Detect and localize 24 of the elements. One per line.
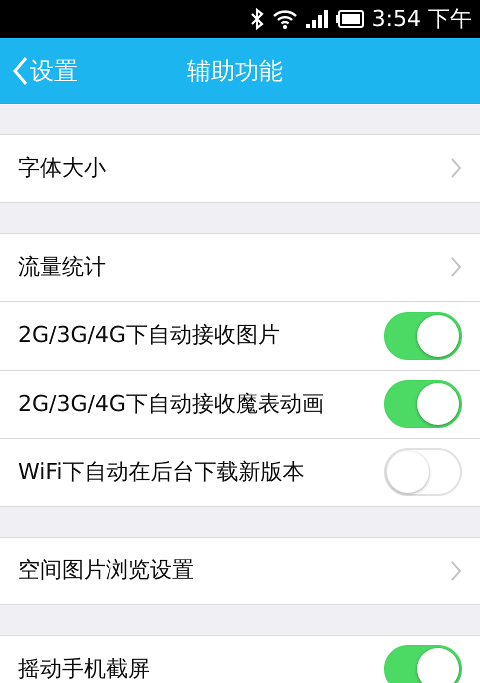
toggle-switch[interactable] (384, 312, 462, 360)
chevron-icon (450, 255, 462, 280)
bluetooth-icon (250, 8, 264, 30)
settings-item[interactable]: 字体大小 (0, 134, 480, 202)
back-icon (12, 56, 28, 86)
setting-label: 摇动手机截屏 (18, 656, 150, 683)
item-label: 流量统计 (18, 254, 106, 282)
setting-label: 2G/3G/4G下自动接收魔表动画 (18, 390, 324, 419)
chevron-icon (450, 156, 462, 180)
page-title: 辅助功能 (187, 56, 283, 87)
setting-label: WiFi下自动在后台下载新版本 (18, 458, 305, 487)
wifi-icon (272, 9, 298, 29)
item-label: 字体大小 (18, 154, 106, 183)
clock-time: 3:54 下午 (372, 6, 472, 34)
toggle-switch[interactable] (384, 645, 462, 683)
chevron-icon (450, 558, 462, 583)
settings-item[interactable]: 空间图片浏览设置 (0, 536, 480, 605)
battery-icon (336, 10, 364, 28)
signal-icon (306, 10, 328, 28)
settings-item[interactable]: 流量统计 (0, 232, 480, 301)
toggle-switch[interactable] (384, 448, 462, 496)
setting-label: 2G/3G/4G下自动接收图片 (18, 322, 280, 350)
item-label: 空间图片浏览设置 (18, 557, 194, 586)
toggle-switch[interactable] (384, 380, 462, 428)
